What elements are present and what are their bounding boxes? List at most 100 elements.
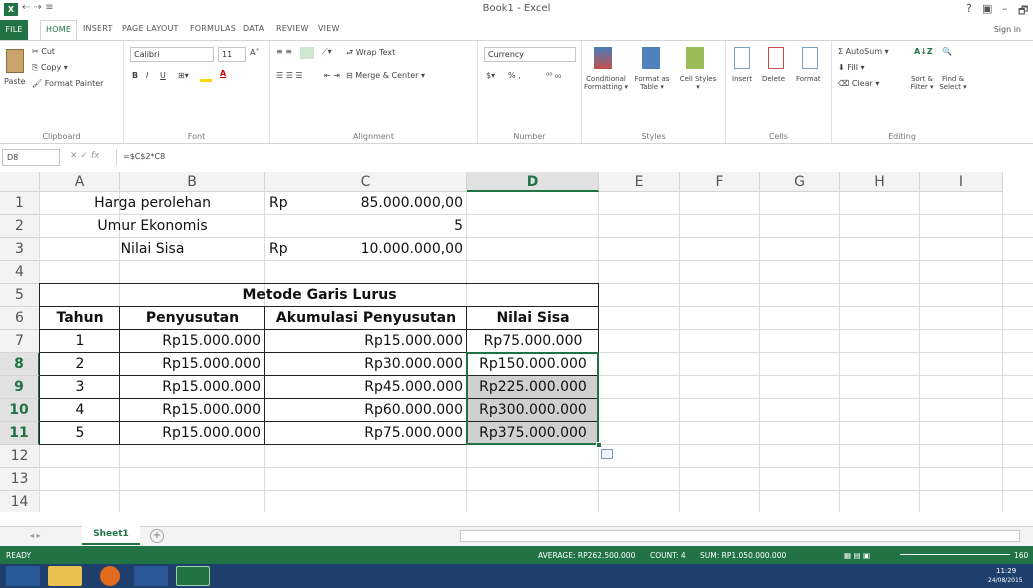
clock-time[interactable]: 11:29 <box>996 567 1016 575</box>
worksheet-grid[interactable]: ABCDEFGHI 1 2 3 4 5 6 7 8 9 10 11 12 13 14 Harga pero… <box>0 172 1033 512</box>
align-left-icon[interactable]: ☰ ☰ ☰ <box>276 71 303 80</box>
tab-review[interactable]: REVIEW <box>276 24 309 33</box>
table-cell[interactable]: 5 <box>44 422 116 445</box>
firefox-icon[interactable] <box>100 566 120 586</box>
excel-taskbar-icon[interactable] <box>176 566 210 586</box>
top-align-icon[interactable]: ≡ ≡ <box>276 47 292 56</box>
table-cell[interactable]: Rp45.000.000 <box>269 376 463 399</box>
cell-styles-icon[interactable] <box>686 47 704 69</box>
table-header[interactable]: Penyusutan <box>124 307 261 330</box>
insert-button[interactable]: Insert <box>732 75 752 83</box>
delete-cells-icon[interactable] <box>768 47 784 69</box>
horizontal-scrollbar[interactable] <box>460 530 1020 542</box>
table-cell[interactable]: Rp15.000.000 <box>124 330 261 353</box>
row-header-14[interactable]: 14 <box>0 491 40 512</box>
format-cells-icon[interactable] <box>802 47 818 69</box>
add-sheet-button[interactable]: + <box>150 529 164 543</box>
row-header-4[interactable]: 4 <box>0 261 40 284</box>
cell-harga-label[interactable]: Harga perolehan <box>44 192 261 215</box>
font-color-icon[interactable]: A <box>220 69 226 78</box>
wrap-text-button[interactable]: ⮐ Wrap Text <box>346 47 395 61</box>
find-icon[interactable]: 🔍 <box>942 47 952 56</box>
conditional-formatting-icon[interactable] <box>594 47 612 69</box>
italic-button[interactable]: I <box>146 71 148 80</box>
table-header[interactable]: Nilai Sisa <box>471 307 595 330</box>
delete-button[interactable]: Delete <box>762 75 785 83</box>
tab-page-layout[interactable]: PAGE LAYOUT <box>122 24 179 33</box>
accounting-format-icon[interactable]: $▾ <box>486 71 495 80</box>
view-icons[interactable]: ▦ ▤ ▣ <box>844 551 870 560</box>
table-header[interactable]: Tahun <box>44 307 116 330</box>
fill-color-icon[interactable] <box>200 72 212 82</box>
row-header-5[interactable]: 5 <box>0 284 40 307</box>
column-header-d[interactable]: D <box>467 172 599 192</box>
help-button[interactable]: ? <box>966 2 972 15</box>
tab-view[interactable]: VIEW <box>318 24 340 33</box>
name-box[interactable]: D8 <box>2 149 60 166</box>
ribbon-display-button[interactable]: ▣ <box>982 2 992 15</box>
fill-button[interactable]: ⬇ Fill ▾ <box>838 63 865 72</box>
tab-insert[interactable]: INSERT <box>83 24 113 33</box>
select-all-corner[interactable] <box>0 172 40 192</box>
table-cell[interactable]: 3 <box>44 376 116 399</box>
row-header-8[interactable]: 8 <box>0 353 40 376</box>
decimal-icon[interactable]: ⁰⁰ ₀₀ <box>546 71 561 80</box>
table-cell[interactable]: Rp15.000.000 <box>124 376 261 399</box>
row-header-12[interactable]: 12 <box>0 445 40 468</box>
table-cell[interactable]: Rp15.000.000 <box>124 422 261 445</box>
formula-input[interactable]: =$C$2*C8 <box>116 149 1031 166</box>
sort-icon[interactable]: A↓Z <box>914 47 933 56</box>
table-cell[interactable]: 2 <box>44 353 116 376</box>
underline-button[interactable]: U <box>160 71 166 80</box>
column-header-c[interactable]: C <box>265 172 467 192</box>
font-size-select[interactable]: 11 <box>218 47 246 62</box>
cell-styles-button[interactable]: Cell Styles ▾ <box>678 75 718 91</box>
paste-icon[interactable] <box>6 49 24 73</box>
row-header-1[interactable]: 1 <box>0 192 40 215</box>
table-cell[interactable]: Rp75.000.000 <box>269 422 463 445</box>
table-cell[interactable]: Rp15.000.000 <box>269 330 463 353</box>
copy-button[interactable]: ⎘ Copy ▾ <box>32 63 68 73</box>
insert-cells-icon[interactable] <box>734 47 750 69</box>
format-as-table-button[interactable]: Format as Table ▾ <box>630 75 674 91</box>
word-icon[interactable] <box>134 566 168 586</box>
column-header-a[interactable]: A <box>40 172 120 192</box>
row-header-2[interactable]: 2 <box>0 215 40 238</box>
number-format-select[interactable]: Currency <box>484 47 576 62</box>
fill-handle[interactable] <box>596 442 602 448</box>
paste-button[interactable]: Paste <box>4 77 26 86</box>
row-header-7[interactable]: 7 <box>0 330 40 353</box>
table-cell[interactable]: Rp30.000.000 <box>269 353 463 376</box>
merge-center-button[interactable]: ⊟ Merge & Center ▾ <box>346 71 425 80</box>
table-cell[interactable]: Rp15.000.000 <box>124 353 261 376</box>
column-header-i[interactable]: I <box>920 172 1003 192</box>
bold-button[interactable]: B <box>132 71 138 80</box>
indent-icon[interactable]: ⇤ ⇥ <box>324 71 340 80</box>
sort-filter-button[interactable]: Sort & Filter ▾ <box>906 75 938 91</box>
percent-style-button[interactable]: % , <box>508 71 521 80</box>
orientation-icon[interactable]: ⟋▾ <box>322 47 332 57</box>
format-table-icon[interactable] <box>642 47 660 69</box>
middle-align-icon[interactable] <box>300 47 314 59</box>
table-cell[interactable]: 4 <box>44 399 116 422</box>
tab-file[interactable]: FILE <box>0 20 28 40</box>
clock-date[interactable]: 24/08/2015 <box>988 577 1023 584</box>
explorer-icon[interactable] <box>48 566 82 586</box>
start-button[interactable] <box>6 566 40 586</box>
conditional-formatting-button[interactable]: Conditional Formatting ▾ <box>584 75 628 91</box>
autosum-button[interactable]: Σ AutoSum ▾ <box>838 47 889 56</box>
column-header-h[interactable]: H <box>840 172 920 192</box>
cell-umur-label[interactable]: Umur Ekonomis <box>44 215 261 238</box>
sheet-nav-arrows[interactable]: ◂ ▸ <box>30 531 41 540</box>
clear-button[interactable]: ⌫ Clear ▾ <box>838 79 879 88</box>
cell-sisa-label[interactable]: Nilai Sisa <box>44 238 261 261</box>
minimize-button[interactable]: – <box>1002 2 1008 15</box>
active-selection-outline[interactable] <box>466 352 599 445</box>
table-cell[interactable]: Rp60.000.000 <box>269 399 463 422</box>
zoom-slider[interactable] <box>900 554 1010 555</box>
column-header-e[interactable]: E <box>599 172 680 192</box>
table-title[interactable]: Metode Garis Lurus <box>44 284 595 307</box>
fx-icon[interactable]: ✕ ✓ fx <box>70 151 99 161</box>
table-cell[interactable]: Rp75.000.000 <box>471 330 595 353</box>
table-cell[interactable]: 1 <box>44 330 116 353</box>
